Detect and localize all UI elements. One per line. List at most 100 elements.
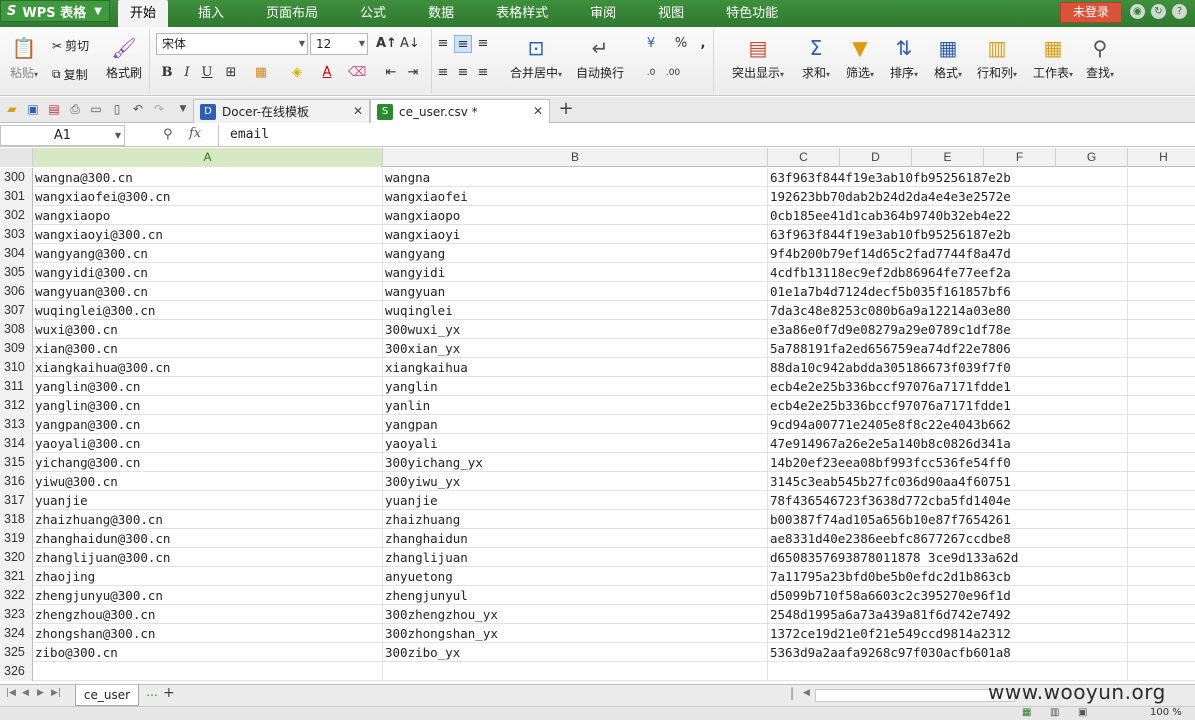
cell-b[interactable]: wangyuan	[383, 282, 768, 301]
cell-c[interactable]: 9f4b200b79ef14d65c2fad7744f8a47d	[768, 244, 1058, 263]
row-number[interactable]: 302	[0, 206, 33, 225]
close-icon[interactable]: ✕	[533, 104, 543, 118]
cell-a[interactable]: zhaizhuang@300.cn	[33, 510, 383, 529]
cell-c[interactable]	[768, 662, 1058, 681]
cell-c[interactable]: 63f963f844f19e3ab10fb95256187e2b	[768, 168, 1058, 187]
cell-b[interactable]: zhengjunyul	[383, 586, 768, 605]
increase-font-icon[interactable]: A↑	[376, 35, 397, 53]
menu-tab[interactable]: 视图	[646, 0, 696, 27]
cell-b[interactable]: yanlin	[383, 396, 768, 415]
empty-cell[interactable]	[1056, 605, 1128, 624]
undo-icon[interactable]: ↶	[130, 101, 146, 117]
cell-c[interactable]: d6508357693878011878 3ce9d133a62d	[768, 548, 1058, 567]
empty-cell[interactable]	[1056, 453, 1128, 472]
indent-increase-icon[interactable]: ⇥	[404, 64, 422, 82]
cell-a[interactable]: zhengjunyu@300.cn	[33, 586, 383, 605]
underline-icon[interactable]: U	[198, 64, 216, 82]
open-folder-icon[interactable]: ▰	[4, 101, 20, 117]
row-number[interactable]: 308	[0, 320, 33, 339]
empty-cell[interactable]	[1128, 301, 1195, 320]
cell-b[interactable]: 300zhongshan_yx	[383, 624, 768, 643]
indent-decrease-icon[interactable]: ⇤	[382, 64, 400, 82]
align-right-icon[interactable]: ≡	[474, 64, 492, 82]
cell-a[interactable]: zhengzhou@300.cn	[33, 605, 383, 624]
empty-cell[interactable]	[1056, 339, 1128, 358]
empty-cell[interactable]	[1128, 263, 1195, 282]
add-tab-icon[interactable]: +	[556, 99, 576, 119]
first-sheet-icon[interactable]: |◀	[6, 688, 16, 698]
empty-cell[interactable]	[1128, 567, 1195, 586]
empty-cell[interactable]	[1056, 396, 1128, 415]
cell-a[interactable]: zhongshan@300.cn	[33, 624, 383, 643]
empty-cell[interactable]	[1128, 624, 1195, 643]
empty-cell[interactable]	[1056, 320, 1128, 339]
empty-cell[interactable]	[1128, 244, 1195, 263]
empty-cell[interactable]	[1056, 206, 1128, 225]
empty-cell[interactable]	[1128, 662, 1195, 681]
redo-icon[interactable]: ↷	[151, 101, 167, 117]
empty-cell[interactable]	[1128, 453, 1195, 472]
add-sheet-icon[interactable]: +	[163, 685, 175, 701]
cell-c[interactable]: 7da3c48e8253c080b6a9a12214a03e80	[768, 301, 1058, 320]
cell-b[interactable]: yaoyali	[383, 434, 768, 453]
percent-icon[interactable]: %	[672, 35, 690, 53]
border-icon[interactable]: ⊞	[222, 64, 240, 82]
align-bottom-icon[interactable]: ≡	[474, 35, 492, 53]
cell-c[interactable]: 01e1a7b4d7124decf5b035f161857bf6	[768, 282, 1058, 301]
chevron-down-icon[interactable]: ▼	[175, 101, 191, 117]
zoom-level[interactable]: 100 %	[1150, 707, 1182, 718]
page-setup-icon[interactable]: ▯	[109, 101, 125, 117]
empty-cell[interactable]	[1056, 282, 1128, 301]
empty-cell[interactable]	[1056, 434, 1128, 453]
cell-c[interactable]: 7a11795a23bfd0be5b0efdc2d1b863cb	[768, 567, 1058, 586]
close-icon[interactable]: ✕	[353, 104, 363, 118]
scroll-left-icon[interactable]: ◀	[803, 688, 810, 698]
align-left-icon[interactable]: ≡	[434, 64, 452, 82]
empty-cell[interactable]	[1056, 662, 1128, 681]
cell-a[interactable]: zibo@300.cn	[33, 643, 383, 662]
cell-b[interactable]: yuanjie	[383, 491, 768, 510]
filter-button[interactable]: ▼ 筛选▾	[840, 35, 880, 81]
empty-cell[interactable]	[1056, 415, 1128, 434]
cell-a[interactable]: yaoyali@300.cn	[33, 434, 383, 453]
cell-a[interactable]: yangpan@300.cn	[33, 415, 383, 434]
cell-a[interactable]: xian@300.cn	[33, 339, 383, 358]
paste-button[interactable]: 📋 粘贴▾	[6, 35, 42, 81]
row-number[interactable]: 307	[0, 301, 33, 320]
cell-a[interactable]: wangxiaopo	[33, 206, 383, 225]
row-col-button[interactable]: ▥ 行和列▾	[972, 35, 1022, 81]
row-number[interactable]: 314	[0, 434, 33, 453]
row-number[interactable]: 315	[0, 453, 33, 472]
cell-a[interactable]	[33, 662, 383, 681]
empty-cell[interactable]	[1056, 187, 1128, 206]
cell-c[interactable]: 2548d1995a6a73a439a81f6d742e7492	[768, 605, 1058, 624]
empty-cell[interactable]	[1128, 472, 1195, 491]
cell-a[interactable]: zhanglijuan@300.cn	[33, 548, 383, 567]
doc-tab-ce-user[interactable]: S ce_user.csv * ✕	[370, 99, 550, 123]
empty-cell[interactable]	[1128, 510, 1195, 529]
column-header[interactable]: G	[1056, 148, 1128, 167]
cell-c[interactable]: 3145c3eab545b27fc036d90aa4f60751	[768, 472, 1058, 491]
empty-cell[interactable]	[1128, 643, 1195, 662]
empty-cell[interactable]	[1056, 624, 1128, 643]
empty-cell[interactable]	[1056, 529, 1128, 548]
cell-c[interactable]: 5a788191fa2ed656759ea74df22e7806	[768, 339, 1058, 358]
cell-a[interactable]: zhanghaidun@300.cn	[33, 529, 383, 548]
cell-a[interactable]: wuxi@300.cn	[33, 320, 383, 339]
cell-b[interactable]: yangpan	[383, 415, 768, 434]
empty-cell[interactable]	[1128, 605, 1195, 624]
cell-b[interactable]: zhaizhuang	[383, 510, 768, 529]
cell-b[interactable]: wangyidi	[383, 263, 768, 282]
italic-icon[interactable]: I	[178, 64, 196, 82]
column-header[interactable]: A	[33, 148, 383, 167]
empty-cell[interactable]	[1056, 567, 1128, 586]
cell-a[interactable]: zhaojing	[33, 567, 383, 586]
format-button[interactable]: ▦ 格式▾	[928, 35, 968, 81]
cell-a[interactable]: xiangkaihua@300.cn	[33, 358, 383, 377]
cell-b[interactable]: 300wuxi_yx	[383, 320, 768, 339]
menu-tab[interactable]: 开始	[118, 0, 169, 27]
row-number[interactable]: 322	[0, 586, 33, 605]
cell-b[interactable]: 300zhengzhou_yx	[383, 605, 768, 624]
horizontal-scrollbar[interactable]	[815, 689, 1015, 702]
more-sheets-icon[interactable]: ⋯	[146, 688, 158, 702]
